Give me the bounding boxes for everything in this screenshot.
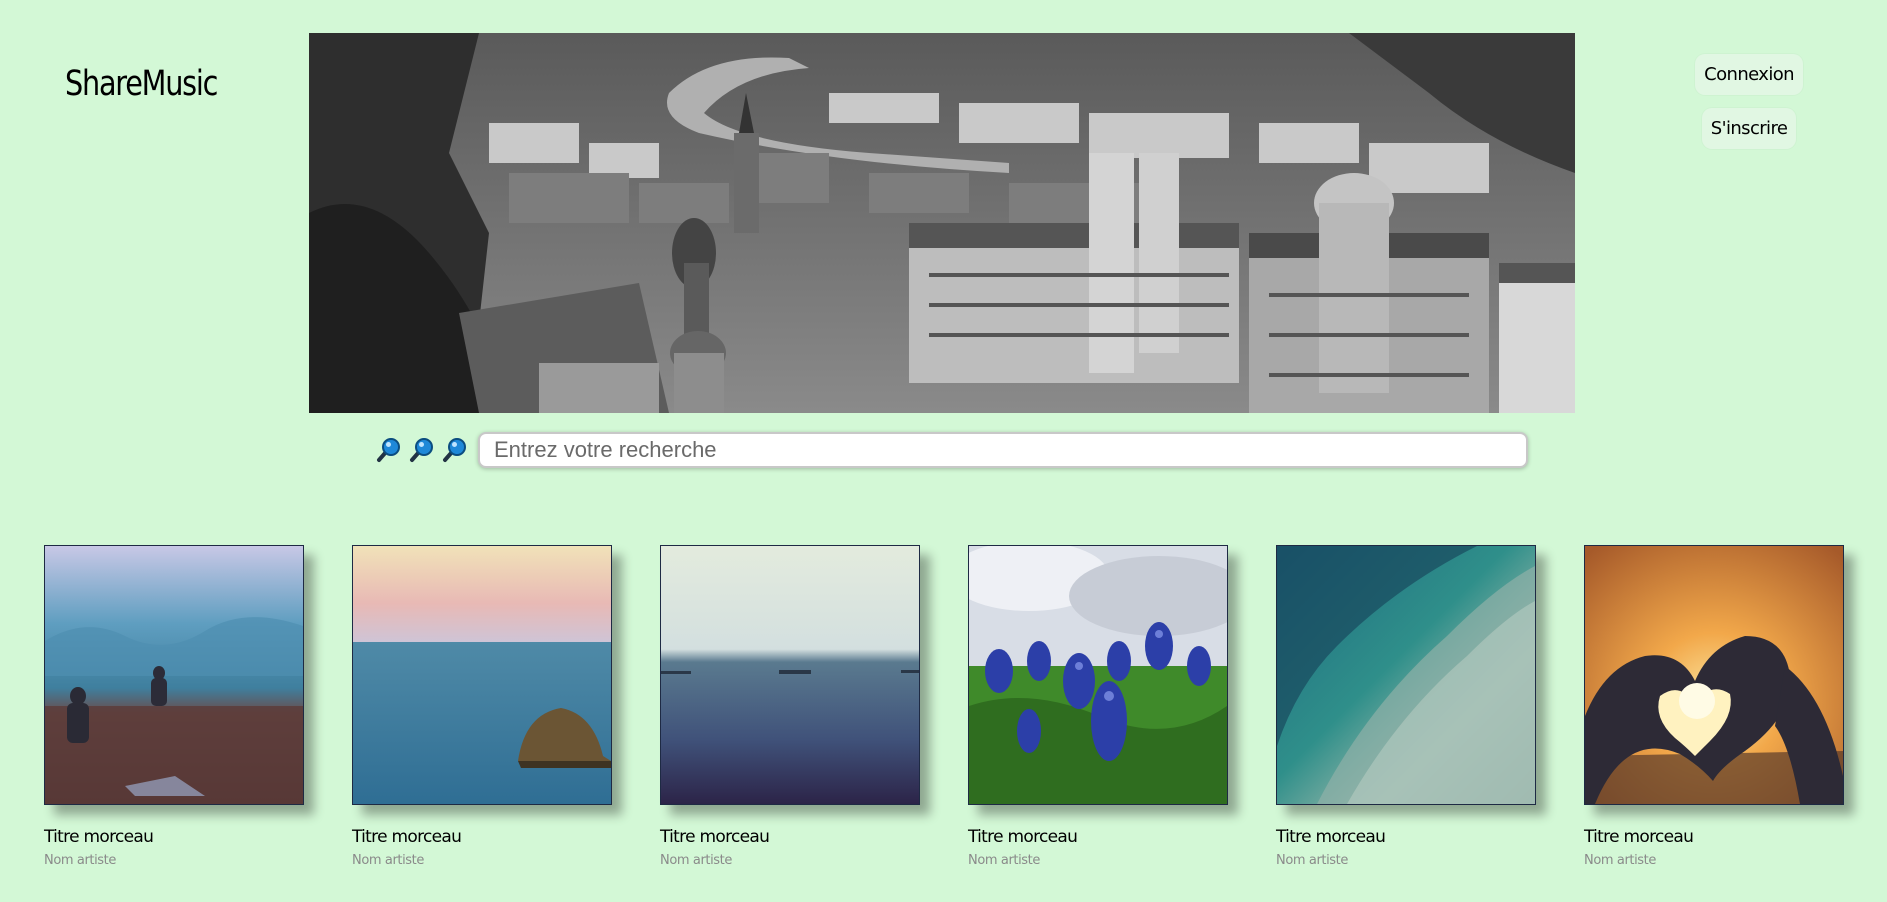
magnifier-icon[interactable] [441,437,467,463]
bluebonnet-flowers-photo [969,546,1227,804]
track-title[interactable]: Titre morceau [1584,827,1844,847]
track-card[interactable]: Titre morceau Nom artiste [1584,545,1844,868]
calm-sea-ships-photo [661,546,919,804]
track-artist[interactable]: Nom artiste [968,853,1228,868]
track-title[interactable]: Titre morceau [1276,827,1536,847]
track-cover[interactable] [352,545,612,805]
track-card[interactable]: Titre morceau Nom artiste [1276,545,1536,868]
signup-button[interactable]: S'inscrire [1701,108,1797,149]
track-artist[interactable]: Nom artiste [660,853,920,868]
heart-hands-sunset-photo [1585,546,1843,804]
track-title[interactable]: Titre morceau [352,827,612,847]
track-card[interactable]: Titre morceau Nom artiste [352,545,612,868]
login-button[interactable]: Connexion [1695,54,1803,95]
app-logo[interactable]: ShareMusic [65,64,218,104]
magnifier-icon[interactable] [408,437,434,463]
search-bar [375,432,1528,468]
track-title[interactable]: Titre morceau [660,827,920,847]
banner-image [309,33,1575,413]
track-title[interactable]: Titre morceau [44,827,304,847]
track-card[interactable]: Titre morceau Nom artiste [660,545,920,868]
misty-field-photo [45,546,303,804]
track-cover[interactable] [1584,545,1844,805]
track-artist[interactable]: Nom artiste [44,853,304,868]
track-artist[interactable]: Nom artiste [1584,853,1844,868]
track-artist[interactable]: Nom artiste [352,853,612,868]
magnifier-icon[interactable] [375,437,401,463]
search-input[interactable] [478,432,1528,468]
track-artist[interactable]: Nom artiste [1276,853,1536,868]
track-cover[interactable] [968,545,1228,805]
auth-buttons: Connexion S'inscrire [1695,54,1803,149]
city-photo [309,33,1575,413]
track-list: Titre morceau Nom artiste Titre morceau … [44,545,1844,868]
track-cover[interactable] [44,545,304,805]
page: ShareMusic Connexion S'inscrire Entrez v… [0,0,1887,902]
ocean-wave-photo [1277,546,1535,804]
track-card[interactable]: Titre morceau Nom artiste [44,545,304,868]
sea-rock-photo [353,546,611,804]
track-card[interactable]: Titre morceau Nom artiste [968,545,1228,868]
track-cover[interactable] [1276,545,1536,805]
track-title[interactable]: Titre morceau [968,827,1228,847]
track-cover[interactable] [660,545,920,805]
